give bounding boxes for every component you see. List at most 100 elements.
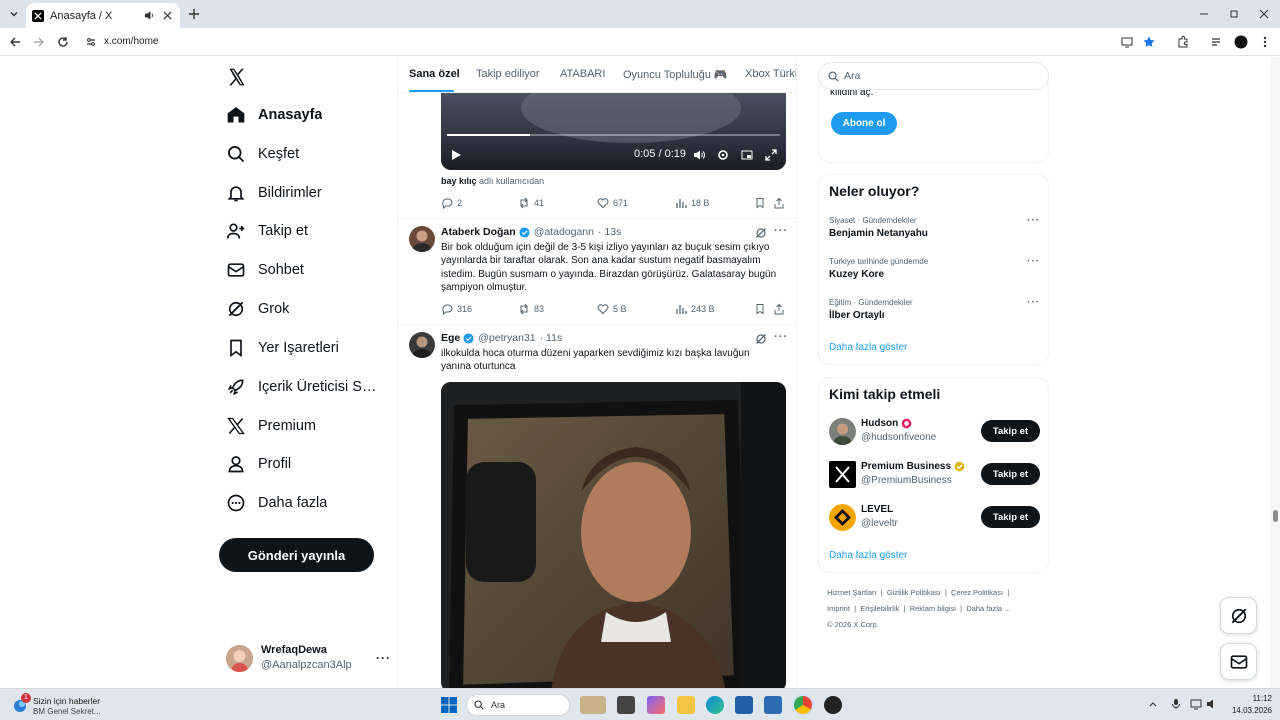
avatar[interactable] [409, 226, 435, 252]
avatar[interactable] [829, 461, 856, 488]
sidebar-item-notifications[interactable]: Bildirimler [218, 175, 396, 211]
sidebar-item-home[interactable]: Anasayfa [218, 97, 396, 133]
volume-icon[interactable] [1206, 698, 1218, 710]
tab-xbox-turkiye[interactable]: Xbox Türkiy [745, 68, 796, 80]
share-button[interactable] [773, 196, 789, 210]
chevron-up-icon[interactable] [1148, 699, 1158, 709]
system-clock[interactable]: 11:12 14.03.2026 [1222, 693, 1272, 717]
task-view-icon[interactable] [617, 696, 635, 714]
settings-gear-icon[interactable] [717, 149, 729, 161]
repost-button[interactable]: 41 [518, 196, 544, 210]
scrollbar-thumb[interactable] [1273, 510, 1278, 522]
messages-fab-button[interactable] [1220, 643, 1257, 680]
like-button[interactable]: 671 [597, 196, 628, 210]
more-icon[interactable]: ··· [1027, 256, 1040, 267]
grok-icon[interactable] [755, 333, 767, 345]
copilot-icon[interactable] [647, 696, 665, 714]
footer-link[interactable]: Hizmet Şartları [827, 588, 877, 597]
video-progress-bar[interactable] [447, 134, 780, 136]
tweet-author-name[interactable]: Ege [441, 332, 460, 344]
search-input[interactable]: Ara [818, 62, 1049, 90]
video-owner[interactable]: bay kılıç [441, 176, 477, 186]
microphone-icon[interactable] [1170, 698, 1182, 710]
restore-icon[interactable] [1226, 6, 1242, 22]
more-icon[interactable]: ··· [774, 225, 788, 237]
reply-button[interactable]: 316 [441, 302, 472, 316]
sidebar-item-more[interactable]: Daha fazla [218, 485, 396, 521]
follow-button[interactable]: Takip et [981, 420, 1040, 442]
repost-button[interactable]: 83 [518, 302, 544, 316]
extensions-icon[interactable] [1176, 35, 1190, 49]
app-icon[interactable] [824, 696, 842, 714]
footer-link[interactable]: Daha fazla ... [966, 604, 1010, 613]
browser-tab[interactable]: Anasayfa / X [26, 3, 180, 28]
sidebar-item-creator-studio[interactable]: İçerik Üreticisi St... [218, 369, 396, 405]
scrollbar[interactable] [1270, 57, 1280, 688]
volume-icon[interactable] [693, 149, 705, 161]
news-widget[interactable]: 1 Sizin için haberler BM Genel Sekret... [12, 693, 132, 717]
store-icon[interactable] [735, 696, 753, 714]
like-button[interactable]: 5 B [597, 302, 627, 316]
tweet-author-handle[interactable]: @atadogann [534, 226, 594, 238]
close-tab-icon[interactable] [160, 9, 174, 23]
close-window-icon[interactable] [1256, 6, 1272, 22]
footer-link[interactable]: Erişilebilirlik [860, 604, 899, 613]
fullscreen-icon[interactable] [765, 149, 777, 161]
widget-thumbnail-icon[interactable] [580, 696, 606, 714]
cast-icon[interactable] [1120, 35, 1134, 49]
sidebar-item-premium[interactable]: Premium [218, 408, 396, 444]
tab-following[interactable]: Takip ediliyor [476, 68, 540, 80]
follow-button[interactable]: Takip et [981, 506, 1040, 528]
avatar[interactable] [829, 418, 856, 445]
bookmark-star-icon[interactable] [1142, 35, 1156, 49]
footer-link[interactable]: Imprint [827, 604, 850, 613]
bookmark-button[interactable] [754, 302, 770, 316]
more-icon[interactable]: ··· [1027, 297, 1040, 308]
url-field[interactable]: x.com/home [104, 34, 158, 50]
speaker-icon[interactable] [142, 9, 156, 23]
sidebar-item-bookmarks[interactable]: Yer İşaretleri [218, 330, 396, 366]
sidebar-item-grok[interactable]: Grok [218, 291, 396, 327]
mail-app-icon[interactable] [764, 696, 782, 714]
play-icon[interactable] [450, 149, 462, 161]
footer-link[interactable]: Gizlilik Politikası [887, 588, 941, 597]
minimize-icon[interactable] [1196, 6, 1212, 22]
taskbar-search[interactable]: Ara [466, 694, 570, 716]
tweet-time[interactable]: · 13s [598, 226, 621, 238]
follow-button[interactable]: Takip et [981, 463, 1040, 485]
windows-start-icon[interactable] [440, 696, 458, 714]
share-button[interactable] [773, 302, 789, 316]
reload-icon[interactable] [56, 35, 70, 49]
sidebar-item-explore[interactable]: Keşfet [218, 136, 396, 172]
post-button[interactable]: Gönderi yayınla [219, 538, 374, 572]
sidebar-item-chat[interactable]: Sohbet [218, 252, 396, 288]
more-icon[interactable]: ··· [774, 331, 788, 343]
network-icon[interactable] [1190, 698, 1202, 710]
x-logo-icon[interactable] [227, 67, 249, 87]
sidebar-item-follow[interactable]: Takip et [218, 213, 396, 249]
footer-link[interactable]: Reklam bilgisi [910, 604, 956, 613]
reply-button[interactable]: 2 [441, 196, 462, 210]
tweet-author-handle[interactable]: @petryan31 [478, 332, 535, 344]
show-more-trends-link[interactable]: Daha fazla göster [829, 342, 907, 353]
new-tab-icon[interactable] [186, 6, 202, 22]
tweet-image[interactable] [441, 382, 786, 688]
tab-search-icon[interactable] [6, 6, 22, 22]
account-switcher[interactable]: WrefaqDewa @Aanalpzcan3Alp ··· [226, 643, 390, 673]
browser-menu-icon[interactable] [1258, 35, 1272, 49]
footer-link[interactable]: Çerez Politikası [951, 588, 1003, 597]
grok-icon[interactable] [755, 227, 767, 239]
tweet-time[interactable]: · 11s [540, 332, 563, 344]
tab-for-you[interactable]: Sana özel [409, 68, 460, 80]
show-more-follow-link[interactable]: Daha fazla göster [829, 550, 907, 561]
forward-icon[interactable] [32, 35, 46, 49]
bookmark-button[interactable] [754, 196, 770, 210]
more-icon[interactable]: ··· [376, 651, 391, 665]
tab-atabari[interactable]: ATABARI [560, 68, 605, 80]
chrome-icon[interactable] [794, 696, 812, 714]
avatar[interactable] [829, 504, 856, 531]
views-button[interactable]: 18 B [675, 196, 710, 210]
picture-in-picture-icon[interactable] [741, 149, 753, 161]
tab-gamer-community[interactable]: Oyuncu Topluluğu 🎮 [623, 68, 728, 81]
tweet-author-name[interactable]: Ataberk Doğan [441, 226, 516, 238]
